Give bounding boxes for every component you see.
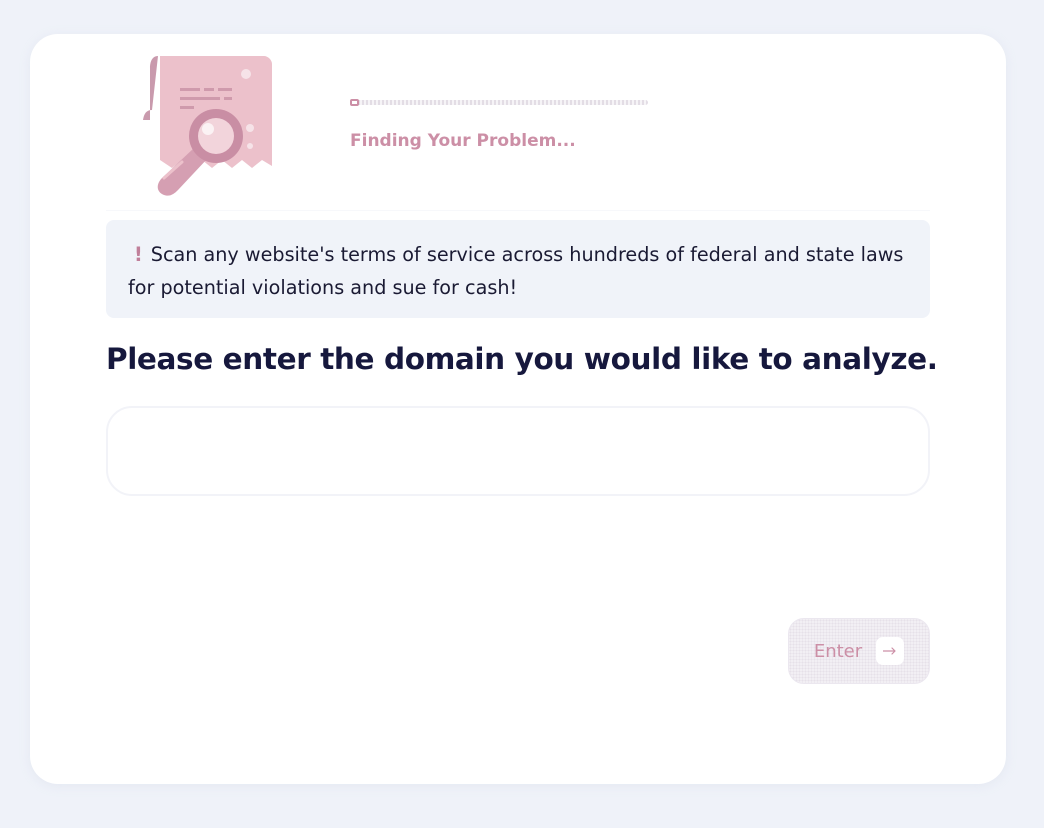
main-card: Finding Your Problem... ! Scan any websit… [30,34,1006,784]
enter-button-label: Enter [813,640,863,662]
arrow-right-icon [876,637,905,665]
domain-input[interactable] [106,406,930,496]
progress-bar-fill [350,99,359,106]
progress-bar [350,99,648,106]
exclamation-icon: ! [134,243,143,266]
progress-area: Finding Your Problem... [350,99,650,151]
notice-banner: ! Scan any website's terms of service acr… [106,220,930,318]
document-search-illustration [143,56,272,196]
section-divider [106,210,930,211]
page-heading: Please enter the domain you would like t… [106,342,938,376]
progress-status-text: Finding Your Problem... [350,131,576,151]
enter-button[interactable]: Enter [788,618,930,684]
notice-text: Scan any website's terms of service acro… [128,243,904,299]
